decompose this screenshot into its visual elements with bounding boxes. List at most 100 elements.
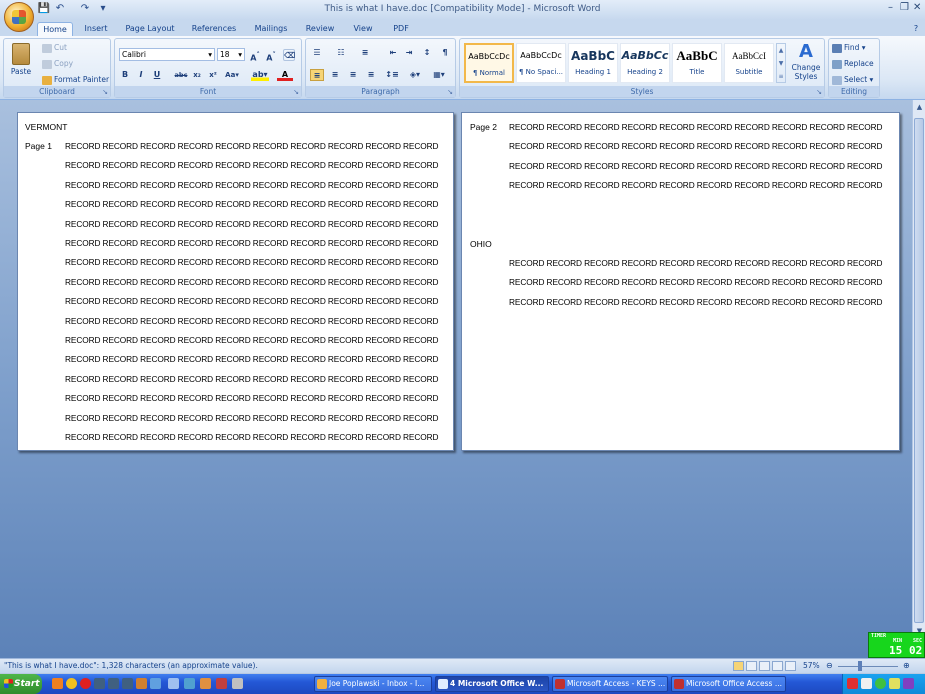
tray-icon-4[interactable]: [889, 678, 900, 689]
change-styles-button[interactable]: A Change Styles: [788, 41, 824, 81]
document-page-1[interactable]: VERMONT Page 1 RECORD RECORD RECORD RECO…: [17, 112, 454, 451]
superscript-icon[interactable]: x²: [207, 69, 219, 81]
font-launcher-icon[interactable]: ↘: [293, 88, 299, 96]
copy-button[interactable]: Copy: [42, 59, 73, 69]
zoom-out-icon[interactable]: ⊖: [826, 661, 833, 670]
align-left-icon[interactable]: ≡: [310, 69, 324, 81]
app-icon-9[interactable]: [216, 678, 227, 689]
task-microsoft-word[interactable]: 4 Microsoft Office W...: [435, 676, 549, 692]
outline-view-icon[interactable]: [772, 661, 783, 671]
bullets-icon[interactable]: ☰: [310, 47, 324, 59]
show-marks-icon[interactable]: ¶: [438, 47, 452, 59]
style-no-spacing[interactable]: AaBbCcDc ¶ No Spaci...: [516, 43, 566, 83]
tab-page-layout[interactable]: Page Layout: [122, 22, 178, 36]
align-right-icon[interactable]: ≡: [346, 69, 360, 81]
chevron-down-icon: ▾: [238, 50, 242, 59]
scroll-thumb[interactable]: [914, 118, 924, 623]
web-layout-icon[interactable]: [759, 661, 770, 671]
tab-pdf[interactable]: PDF: [387, 22, 415, 36]
app-icon-5[interactable]: [150, 678, 161, 689]
sort-icon[interactable]: ↕: [420, 47, 434, 59]
app-icon-2[interactable]: [108, 678, 119, 689]
highlight-icon[interactable]: ab▾: [251, 69, 269, 81]
scroll-up-icon[interactable]: ▲: [914, 102, 925, 113]
font-color-icon[interactable]: A: [277, 69, 293, 81]
increase-indent-icon[interactable]: ⇥: [402, 47, 416, 59]
app-icon-8[interactable]: [200, 678, 211, 689]
format-painter-button[interactable]: Format Painter: [42, 75, 109, 85]
style-heading-1[interactable]: AaBbC Heading 1: [568, 43, 618, 83]
styles-scroll[interactable]: ▲ ▼ ≡: [776, 43, 786, 83]
tab-home[interactable]: Home: [37, 22, 73, 36]
stop-icon[interactable]: [80, 678, 91, 689]
tab-view[interactable]: View: [348, 22, 378, 36]
app-icon-3[interactable]: [122, 678, 133, 689]
style-title[interactable]: AaBbC Title: [672, 43, 722, 83]
tab-references[interactable]: References: [186, 22, 242, 36]
italic-icon[interactable]: I: [135, 69, 147, 81]
office-button[interactable]: [4, 2, 34, 32]
record-line: RECORD RECORD RECORD RECORD RECORD RECOR…: [65, 315, 439, 326]
tab-review[interactable]: Review: [300, 22, 340, 36]
font-size-select[interactable]: 18 ▾: [217, 48, 245, 61]
tab-insert[interactable]: Insert: [78, 22, 114, 36]
minimize-button[interactable]: –: [888, 2, 893, 13]
style-normal[interactable]: AaBbCcDc ¶ Normal: [464, 43, 514, 83]
tab-mailings[interactable]: Mailings: [250, 22, 292, 36]
zoom-in-icon[interactable]: ⊕: [903, 661, 910, 670]
shading-icon[interactable]: ◈▾: [406, 69, 424, 81]
record-line: RECORD RECORD RECORD RECORD RECORD RECOR…: [509, 160, 883, 171]
strikethrough-icon[interactable]: abc: [173, 69, 189, 81]
restore-button[interactable]: ❐: [900, 2, 909, 13]
shrink-font-icon[interactable]: A˅: [265, 49, 277, 63]
task-access-keys[interactable]: Microsoft Access - KEYS ...: [552, 676, 668, 692]
style-subtitle[interactable]: AaBbCcI Subtitle: [724, 43, 774, 83]
line-spacing-icon[interactable]: ↕≡: [384, 69, 400, 81]
close-button[interactable]: ✕: [913, 2, 921, 13]
zoom-level[interactable]: 57%: [803, 661, 820, 670]
app-icon-1[interactable]: [94, 678, 105, 689]
app-icon-6[interactable]: [168, 678, 179, 689]
select-button[interactable]: Select ▾: [832, 75, 873, 85]
multilevel-list-icon[interactable]: ≡: [358, 47, 372, 59]
tray-icon-1[interactable]: [847, 678, 858, 689]
paste-button[interactable]: Paste: [8, 43, 34, 76]
tray-icon-3[interactable]: [875, 678, 886, 689]
paragraph-launcher-icon[interactable]: ↘: [447, 88, 453, 96]
align-center-icon[interactable]: ≡: [328, 69, 342, 81]
draft-view-icon[interactable]: [785, 661, 796, 671]
document-page-2[interactable]: Page 2 OHIO RECORD RECORD RECORD RECORD …: [461, 112, 900, 451]
vertical-scrollbar[interactable]: ▲ ▼: [912, 100, 925, 658]
tray-icon-5[interactable]: [903, 678, 914, 689]
app-icon-10[interactable]: [232, 678, 243, 689]
zoom-slider-thumb[interactable]: [858, 661, 862, 671]
zoom-slider[interactable]: [838, 666, 898, 667]
underline-icon[interactable]: U: [151, 69, 163, 81]
numbering-icon[interactable]: ☷: [334, 47, 348, 59]
find-button[interactable]: Find ▾: [832, 43, 866, 53]
justify-icon[interactable]: ≡: [364, 69, 378, 81]
app-icon-4[interactable]: [136, 678, 147, 689]
help-icon[interactable]: ?: [910, 22, 922, 36]
grow-font-icon[interactable]: A˄: [249, 49, 261, 63]
styles-launcher-icon[interactable]: ↘: [816, 88, 822, 96]
messenger-icon[interactable]: [66, 678, 77, 689]
task-outlook-inbox[interactable]: Joe Poplawski - Inbox - I...: [314, 676, 432, 692]
app-icon-7[interactable]: [184, 678, 195, 689]
full-screen-reading-icon[interactable]: [746, 661, 757, 671]
print-layout-icon[interactable]: [733, 661, 744, 671]
subscript-icon[interactable]: x₂: [191, 69, 203, 81]
style-heading-2[interactable]: AaBbCc Heading 2: [620, 43, 670, 83]
clear-formatting-icon[interactable]: ⌫: [283, 49, 295, 61]
font-family-select[interactable]: Calibri ▾: [119, 48, 215, 61]
replace-button[interactable]: Replace: [832, 59, 874, 69]
bold-icon[interactable]: B: [119, 69, 131, 81]
decrease-indent-icon[interactable]: ⇤: [386, 47, 400, 59]
tray-icon-2[interactable]: [861, 678, 872, 689]
borders-icon[interactable]: ▦▾: [430, 69, 448, 81]
task-office-access[interactable]: Microsoft Office Access ...: [671, 676, 786, 692]
clipboard-launcher-icon[interactable]: ↘: [102, 88, 108, 96]
firefox-icon[interactable]: [52, 678, 63, 689]
change-case-icon[interactable]: Aa▾: [223, 69, 241, 81]
cut-button[interactable]: Cut: [42, 43, 67, 53]
